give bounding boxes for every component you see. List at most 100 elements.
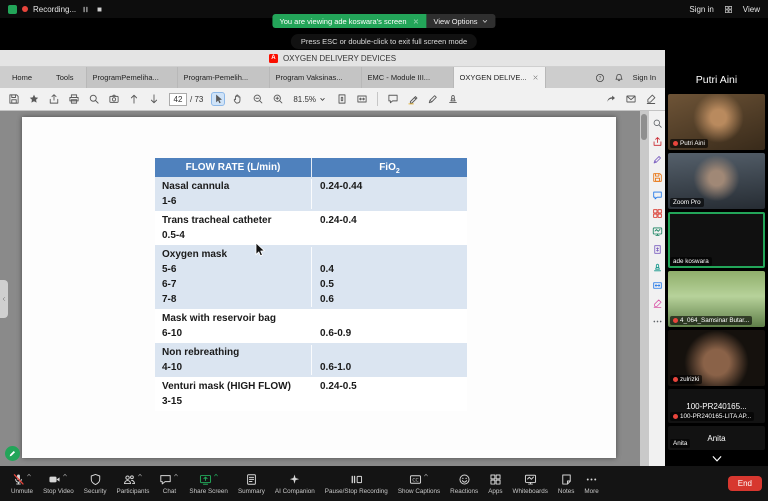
zoom-in-icon[interactable] (272, 93, 284, 105)
star-icon[interactable] (28, 93, 40, 105)
control-unmute[interactable]: Unmute (6, 466, 38, 501)
participants-panel: Putri Aini Putri Aini Zoom Pro ade koswara… (665, 18, 768, 466)
control-label: Chat (162, 488, 177, 495)
control-stop-video[interactable]: Stop Video (38, 466, 79, 501)
control-reactions[interactable]: Reactions (445, 466, 483, 501)
page-number-input[interactable]: 42 (169, 92, 187, 106)
pencil-icon (8, 449, 17, 458)
annotate-button[interactable] (5, 446, 20, 461)
share-up-icon[interactable] (48, 93, 60, 105)
fit-width-icon[interactable] (356, 93, 368, 105)
compress-pdf-tool-icon[interactable] (652, 244, 663, 255)
fit-page-icon[interactable] (336, 93, 348, 105)
table-header-fio2: FiO2 (379, 162, 400, 175)
control-label: Security (83, 488, 107, 495)
share-link-icon[interactable] (605, 93, 617, 105)
create-pdf-tool-icon[interactable] (652, 172, 663, 183)
participant-tile-zoom-pro[interactable]: Zoom Pro (668, 153, 765, 209)
zoom-out-icon[interactable] (252, 93, 264, 105)
end-button[interactable]: End (727, 476, 762, 491)
sign-in-link[interactable]: Sign in (689, 5, 713, 14)
page-up-icon[interactable] (128, 93, 140, 105)
measure-tool-icon[interactable] (652, 280, 663, 291)
hand-icon[interactable] (232, 93, 244, 105)
pause-recording-icon[interactable] (81, 5, 90, 14)
share-banner: You are viewing ade koswara's screen Vie… (272, 14, 496, 28)
cell-flow-rate: Trans tracheal catheter 0.5-4 (155, 213, 312, 243)
export-pdf-tool-icon[interactable] (652, 136, 663, 147)
scrollbar-thumb[interactable] (641, 114, 647, 140)
participant-tile-4-064-samsinar-butar[interactable]: 4_064_Samsinar Butar... (668, 271, 765, 327)
find-tool-icon[interactable] (652, 118, 663, 129)
search-icon[interactable] (88, 93, 100, 105)
fill-sign-icon[interactable] (645, 93, 657, 105)
snapshot-icon[interactable] (108, 93, 120, 105)
doc-tab-emc-module-iii[interactable]: EMC - Module III... (361, 67, 454, 88)
organize-pages-tool-icon[interactable] (652, 226, 663, 237)
pdf-page: FLOW RATE (L/min) FiO2 Nasal cannula 1-6 0… (22, 117, 616, 458)
control-whiteboards[interactable]: Whiteboards (508, 466, 553, 501)
control-show-captions[interactable]: CC Show Captions (393, 466, 445, 501)
help-icon[interactable]: ? (595, 73, 605, 83)
comment-tool-icon[interactable] (652, 190, 663, 201)
email-icon[interactable] (625, 93, 637, 105)
close-tab-icon[interactable] (532, 74, 539, 81)
participant-name-label: Zoom Pro (670, 198, 704, 207)
notifications-icon[interactable] (614, 73, 624, 83)
sign-tool-icon[interactable] (652, 298, 663, 309)
control-summary[interactable]: Summary (233, 466, 270, 501)
participant-tile-anita[interactable]: Anita Anita (668, 426, 765, 450)
participant-tile-putri-aini[interactable]: Putri Aini (668, 94, 765, 150)
recording-icon (673, 141, 678, 146)
stamp-tool-icon[interactable] (652, 262, 663, 273)
comment-icon[interactable] (387, 93, 399, 105)
print-icon[interactable] (68, 93, 80, 105)
control-items: Unmute Stop Video Security Participants Chat… (6, 466, 604, 501)
stop-recording-icon[interactable] (95, 5, 104, 14)
control-label: Apps (488, 488, 503, 495)
page-down-icon[interactable] (148, 93, 160, 105)
pdf-sign-in-button[interactable]: Sign In (633, 73, 656, 82)
participant-tile-100-pr240165-lita-ap[interactable]: 100-PR240165... 100-PR240165-LITA AP... (668, 389, 765, 423)
control-ai-companion[interactable]: AI Companion (270, 466, 320, 501)
edit-pdf-tool-icon[interactable] (652, 154, 663, 165)
control-security[interactable]: Security (79, 466, 112, 501)
recording-icon (673, 318, 678, 323)
control-more[interactable]: More (579, 466, 603, 501)
control-pause-stop-recording[interactable]: Pause/Stop Recording (320, 466, 393, 501)
control-label: Whiteboards (512, 488, 548, 495)
doc-tab-oxygen-delive[interactable]: OXYGEN DELIVE... (453, 67, 546, 88)
more-tools-tool-icon[interactable] (652, 316, 663, 327)
stamp-icon[interactable] (447, 93, 459, 105)
scroll-participants-chevron-icon[interactable] (711, 453, 723, 465)
zoom-app-icon (8, 4, 17, 14)
zoom-select[interactable]: 81.5% (293, 95, 327, 104)
control-chat[interactable]: Chat (154, 466, 184, 501)
mouse-cursor (255, 242, 266, 263)
participant-tile-ade-koswara[interactable]: ade koswara (668, 212, 765, 268)
combine-files-tool-icon[interactable] (652, 208, 663, 219)
highlight-icon[interactable] (407, 93, 419, 105)
doc-tab-program-vaksinas[interactable]: Program Vaksinas... (269, 67, 362, 88)
close-icon[interactable] (413, 18, 420, 25)
menu-tab-home[interactable]: Home (0, 67, 44, 88)
view-options-label: View Options (433, 16, 478, 26)
menu-tab-tools[interactable]: Tools (44, 67, 86, 88)
control-share-screen[interactable]: Share Screen (184, 466, 233, 501)
control-apps[interactable]: Apps (483, 466, 507, 501)
toolbar-group-file (7, 93, 161, 105)
view-options-button[interactable]: View Options (426, 14, 496, 28)
doc-tab-program-pemelih[interactable]: Program-Pemelih... (177, 67, 270, 88)
control-participants[interactable]: Participants (112, 466, 155, 501)
pointer-icon[interactable] (211, 92, 226, 106)
control-notes[interactable]: Notes (553, 466, 579, 501)
panel-toggle[interactable] (0, 280, 8, 318)
sign-pen-icon[interactable] (427, 93, 439, 105)
participant-tile-zulrizki[interactable]: zulrizki (668, 330, 765, 386)
save-icon[interactable] (8, 93, 20, 105)
view-grid-icon[interactable] (724, 5, 733, 14)
control-label: Participants (116, 488, 150, 495)
view-link[interactable]: View (743, 5, 760, 14)
doc-tab-programpemeliha[interactable]: ProgramPemeliha... (85, 67, 178, 88)
vertical-scrollbar[interactable] (640, 111, 648, 466)
